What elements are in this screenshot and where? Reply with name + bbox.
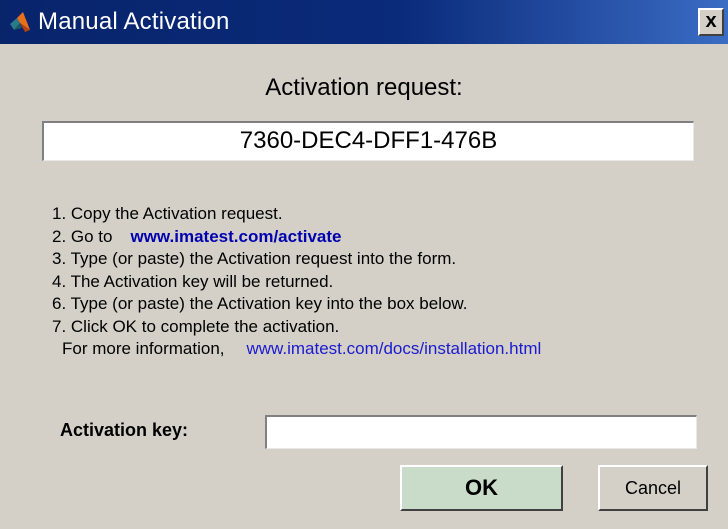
close-icon: x <box>705 10 717 32</box>
instruction-step-6: 6. Type (or paste) the Activation key in… <box>52 294 468 313</box>
title-bar[interactable]: Manual Activation x <box>0 0 728 44</box>
instructions-list: 1. Copy the Activation request. 2. Go to… <box>52 203 541 361</box>
activate-link[interactable]: www.imatest.com/activate <box>130 227 341 246</box>
activation-request-heading: Activation request: <box>265 74 463 101</box>
more-info-line: For more information, www.imatest.com/doc… <box>62 338 541 361</box>
activation-key-label: Activation key: <box>60 420 189 440</box>
close-button[interactable]: x <box>698 8 724 36</box>
cancel-button[interactable]: Cancel <box>598 465 708 511</box>
instruction-step-3: 3. Type (or paste) the Activation reques… <box>52 249 457 268</box>
instruction-step-1: 1. Copy the Activation request. <box>52 204 283 223</box>
installation-docs-link[interactable]: www.imatest.com/docs/installation.html <box>247 339 542 358</box>
instruction-step-2-text: 2. Go to <box>52 226 113 246</box>
window-title: Manual Activation <box>38 8 230 35</box>
more-info-text: For more information, <box>62 339 225 358</box>
activation-request-field[interactable]: 7360-DEC4-DFF1-476B <box>42 121 694 161</box>
activation-key-input[interactable] <box>265 415 697 449</box>
instruction-step-4: 4. The Activation key will be returned. <box>52 271 334 291</box>
matlab-logo-icon <box>10 12 30 32</box>
instruction-step-2: 2. Go to www.imatest.com/activate <box>52 226 541 249</box>
ok-button[interactable]: OK <box>400 465 563 511</box>
instruction-step-7: 7. Click OK to complete the activation. <box>52 316 340 336</box>
manual-activation-dialog: Manual Activation x Activation request: … <box>0 0 728 529</box>
